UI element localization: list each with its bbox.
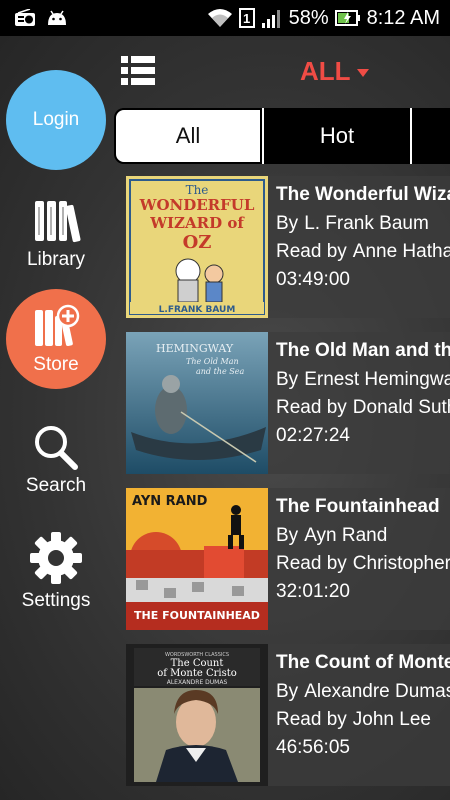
- book-duration: 46:56:05: [276, 737, 350, 758]
- sidebar: Login Library Store Search Settings: [0, 36, 112, 800]
- book-duration: 02:27:24: [276, 425, 350, 446]
- book-author: Alexandre Dumas: [304, 681, 450, 702]
- book-info: The Count of Monte Cristo ByAlexandre Du…: [268, 644, 450, 786]
- book-author: Ayn Rand: [304, 525, 388, 546]
- read-by-label: Read by: [276, 241, 347, 262]
- library-label: Library: [26, 249, 86, 270]
- by-label: By: [276, 681, 299, 702]
- app-content: Login Library Store Search Settings ALL …: [0, 36, 450, 800]
- book-title: The Wonderful Wizard of Oz: [276, 184, 450, 205]
- book-title: The Count of Monte Cristo: [276, 652, 450, 673]
- status-bar: 1 58% 8:12 AM: [0, 0, 450, 36]
- by-label: By: [276, 213, 299, 234]
- book-narrator: Christopher Hurt: [352, 553, 450, 574]
- tab-hot[interactable]: Hot: [262, 108, 412, 164]
- gear-icon: [28, 530, 84, 590]
- book-cover: WORDSWORTH CLASSICS The Count of Monte C…: [126, 644, 268, 786]
- book-item[interactable]: AYN RAND THE FOUNTAINHEAD The Fountainhe…: [126, 488, 450, 630]
- sim-indicator: 1: [238, 8, 255, 28]
- tab-bar: All Hot: [114, 108, 450, 164]
- tab-all-label: All: [175, 123, 201, 148]
- radio-icon: [14, 9, 36, 27]
- cover-text: The: [186, 183, 209, 197]
- login-label: Login: [32, 109, 80, 130]
- book-narrator: Donald Sutherland: [352, 397, 450, 418]
- store-label: Store: [33, 354, 79, 375]
- store-books-plus-icon: [31, 302, 81, 354]
- cover-text: THE FOUNTAINHEAD: [134, 609, 260, 622]
- cover-text: AYN RAND: [132, 494, 208, 509]
- cover-text: L.FRANK BAUM: [159, 305, 236, 315]
- library-button[interactable]: Library: [6, 184, 106, 284]
- cover-text: The Old Man: [186, 357, 239, 366]
- cover-text: WIZARD of: [149, 214, 245, 232]
- signal-icon: [261, 7, 283, 29]
- by-label: By: [276, 525, 299, 546]
- book-cover: AYN RAND THE FOUNTAINHEAD: [126, 488, 268, 630]
- book-author: L. Frank Baum: [304, 213, 429, 234]
- cover-text: OZ: [183, 232, 212, 253]
- settings-button[interactable]: Settings: [6, 521, 106, 621]
- book-item[interactable]: HEMINGWAY The Old Man and the Sea The Ol…: [126, 332, 450, 474]
- book-info: The Old Man and the Sea ByErnest Hemingw…: [268, 332, 450, 474]
- book-author: Ernest Hemingway: [304, 369, 450, 390]
- tab-next[interactable]: [412, 108, 450, 164]
- list-menu-button[interactable]: [120, 54, 156, 88]
- caret-down-icon: [356, 68, 369, 77]
- book-item[interactable]: The WONDERFUL WIZARD of OZ L.FRANK BAUM …: [126, 176, 450, 318]
- books-icon: [31, 197, 81, 249]
- tab-hot-label: Hot: [319, 123, 355, 148]
- category-filter-dropdown[interactable]: ALL: [300, 56, 369, 87]
- book-title: The Old Man and the Sea: [276, 340, 450, 361]
- cover-text: of Monte Cristo: [157, 668, 237, 679]
- book-item[interactable]: WORDSWORTH CLASSICS The Count of Monte C…: [126, 644, 450, 786]
- search-button[interactable]: Search: [6, 410, 106, 510]
- search-label: Search: [25, 475, 87, 496]
- cover-text: and the Sea: [196, 367, 244, 376]
- settings-label: Settings: [21, 590, 91, 611]
- tab-all[interactable]: All: [114, 108, 262, 164]
- read-by-label: Read by: [276, 397, 347, 418]
- store-button[interactable]: Store: [6, 289, 106, 389]
- login-button[interactable]: Login: [6, 70, 106, 170]
- by-label: By: [276, 369, 299, 390]
- book-cover: HEMINGWAY The Old Man and the Sea: [126, 332, 268, 474]
- cover-text: HEMINGWAY: [156, 342, 234, 355]
- cover-text: ALEXANDRE DUMAS: [167, 679, 228, 686]
- cover-text: WONDERFUL: [139, 196, 255, 214]
- book-duration: 32:01:20: [276, 581, 350, 602]
- book-narrator: Anne Hathaway: [352, 241, 450, 262]
- book-info: The Fountainhead By Ayn Rand Read by Chris…: [268, 488, 450, 630]
- book-cover: The WONDERFUL WIZARD of OZ L.FRANK BAUM: [126, 176, 268, 318]
- read-by-label: Read by: [276, 709, 347, 730]
- android-icon: [46, 9, 68, 27]
- category-filter-label: ALL: [300, 56, 351, 86]
- book-info: The Wonderful Wizard of Oz ByL. Frank Ba…: [268, 176, 450, 318]
- book-duration: 03:49:00: [276, 269, 350, 290]
- book-narrator: John Lee: [352, 709, 431, 730]
- battery-percent: 58%: [288, 6, 329, 29]
- wifi-icon: [207, 7, 233, 29]
- book-list: The WONDERFUL WIZARD of OZ L.FRANK BAUM …: [126, 176, 450, 800]
- battery-charging-icon: [334, 8, 361, 28]
- clock: 8:12 AM: [366, 6, 440, 29]
- read-by-label: Read by: [276, 553, 347, 574]
- list-icon: [120, 56, 156, 92]
- book-title: The Fountainhead: [276, 496, 440, 517]
- search-icon: [31, 423, 81, 475]
